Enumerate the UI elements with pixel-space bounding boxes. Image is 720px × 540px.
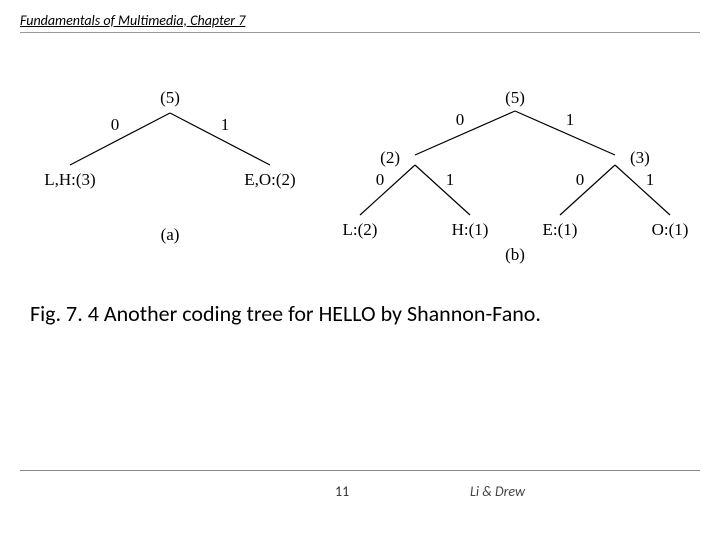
tree-b-ll-edge: 0 <box>376 170 385 189</box>
tree-b-root-edge-right: 1 <box>566 110 575 129</box>
tree-a-sublabel: (a) <box>161 225 180 244</box>
tree-b-left-node: (2) <box>380 148 400 167</box>
tree-b-root-edge-left: 0 <box>456 110 465 129</box>
tree-b-rr-edge: 1 <box>646 170 655 189</box>
tree-a: (5) 0 1 L,H:(3) E,O:(2) (a) <box>40 85 300 265</box>
tree-b-leaf-ll: L:(2) <box>343 220 378 239</box>
tree-b: (5) 0 1 (2) (3) 0 1 0 1 L:(2) H:(1) E:(1… <box>320 85 700 265</box>
tree-b-lr-edge: 1 <box>446 170 455 189</box>
tree-b-rl-edge: 0 <box>576 170 585 189</box>
slide-header: Fundamentals of Multimedia, Chapter 7 <box>20 12 700 33</box>
footer-divider <box>20 470 700 471</box>
tree-b-leaf-rl: E:(1) <box>543 220 578 239</box>
figure-caption: Fig. 7. 4 Another coding tree for HELLO … <box>30 300 690 327</box>
page-number: 11 <box>335 483 349 500</box>
tree-b-right-node: (3) <box>630 148 650 167</box>
tree-a-edge-right: 1 <box>221 115 230 134</box>
tree-a-leaf-right: E,O:(2) <box>244 170 295 189</box>
tree-b-leaf-lr: H:(1) <box>452 220 489 239</box>
tree-b-sublabel: (b) <box>505 245 525 264</box>
tree-b-root: (5) <box>505 88 525 107</box>
header-text: Fundamentals of Multimedia, Chapter 7 <box>20 12 245 29</box>
footer-authors: Li & Drew <box>470 483 525 500</box>
tree-b-leaf-rr: O:(1) <box>652 220 689 239</box>
tree-a-leaf-left: L,H:(3) <box>44 170 95 189</box>
tree-a-edge-left: 0 <box>111 115 120 134</box>
tree-a-root: (5) <box>160 88 180 107</box>
